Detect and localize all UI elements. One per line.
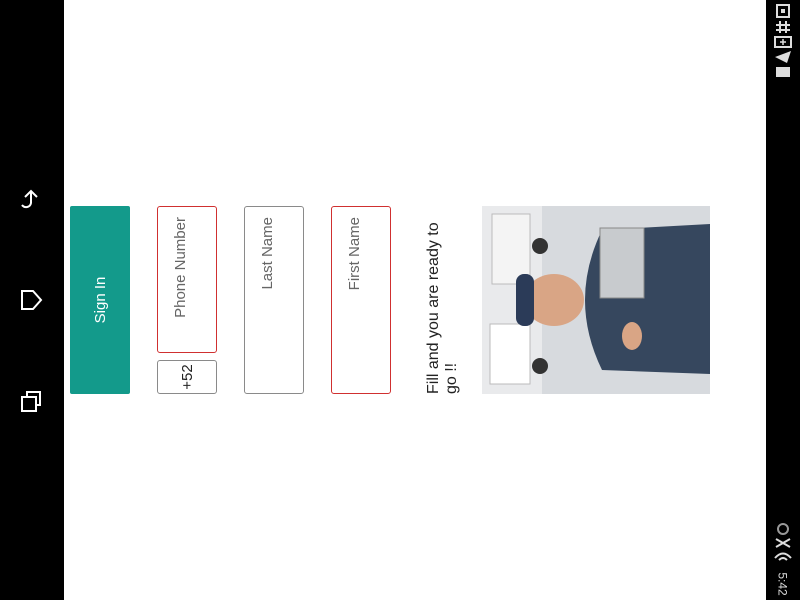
phone-number-placeholder: Phone Number (172, 217, 189, 318)
recents-icon (21, 391, 41, 412)
bluetooth-icon (777, 523, 789, 535)
last-name-field[interactable]: Last Name (244, 206, 304, 394)
wifi-icon (774, 552, 792, 561)
screenshot-icon (776, 4, 790, 18)
home-button[interactable] (14, 283, 48, 317)
clock: 5:42 (771, 570, 795, 598)
clock-time: 5:42 (775, 572, 790, 596)
hash-icon (776, 21, 790, 33)
first-name-placeholder: First Name (346, 217, 363, 291)
last-name-placeholder: Last Name (259, 217, 276, 290)
battery-plus-icon (774, 36, 792, 48)
first-name-field[interactable]: First Name (331, 206, 391, 394)
status-bar: 5:42 (766, 0, 800, 600)
sign-in-button[interactable]: Sign In (70, 206, 130, 394)
send-icon (775, 51, 791, 63)
tagline: Fill and you are ready to go !! (425, 222, 460, 394)
navigation-bar (0, 0, 64, 600)
country-code-selector[interactable]: +52 (157, 360, 217, 394)
header-photo (482, 206, 710, 394)
signal-icon (775, 538, 791, 548)
recents-button[interactable] (14, 384, 48, 418)
square-icon (776, 67, 790, 77)
phone-number-field[interactable]: Phone Number (157, 206, 217, 353)
driver-with-laptop-photo (482, 206, 710, 394)
back-arrow-icon (21, 189, 38, 209)
home-icon (21, 290, 43, 310)
signup-form: Sign In +52 Phone Number Last Name First… (70, 206, 710, 394)
back-button[interactable] (14, 183, 48, 217)
